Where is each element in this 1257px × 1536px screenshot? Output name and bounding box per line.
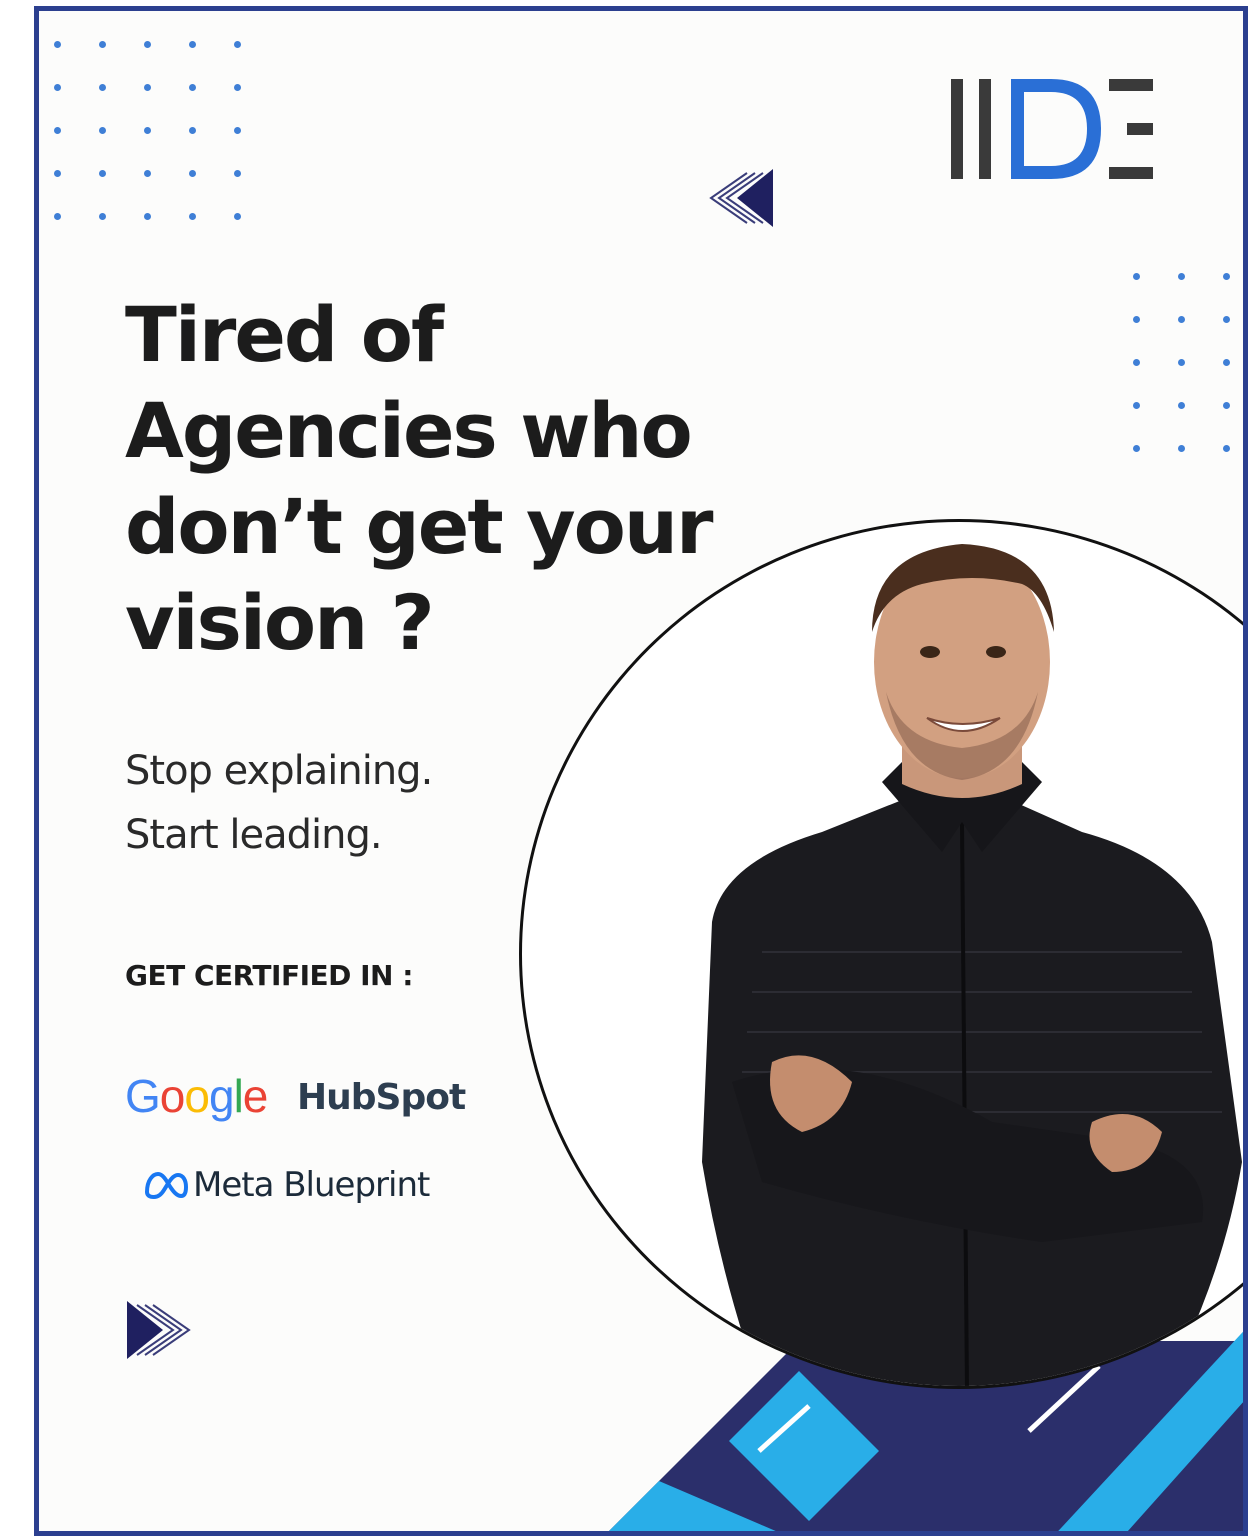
google-letter-6: e — [242, 1070, 269, 1122]
google-logo: Google — [125, 1069, 269, 1123]
hubspot-logo: HubSpot — [297, 1077, 466, 1118]
meta-blueprint-logo: Meta Blueprint — [143, 1165, 430, 1205]
certified-label: GET CERTIFIED IN : — [125, 959, 413, 992]
google-letter-1: G — [125, 1070, 161, 1122]
headline-line-1: Tired of — [125, 290, 444, 379]
poster-frame: Tired of Agencies who don’t get your vis… — [34, 6, 1248, 1536]
instructor-photo-circle — [519, 519, 1243, 1389]
double-arrow-right-icon — [127, 1301, 191, 1359]
meta-infinity-icon — [144, 1171, 189, 1200]
iide-logo — [951, 79, 1153, 179]
meta-blueprint-text: Meta Blueprint — [193, 1165, 430, 1205]
google-letter-3: o — [184, 1070, 210, 1122]
headline-line-2: Agencies who — [125, 386, 693, 475]
google-letter-4: g — [208, 1070, 235, 1122]
dot-pattern-right — [1133, 273, 1230, 452]
dot-pattern-top-left — [54, 41, 241, 220]
google-letter-2: o — [159, 1070, 186, 1122]
subline-line-1: Stop explaining. — [125, 748, 433, 794]
instructor-photo — [702, 544, 1242, 1386]
google-letter-5: l — [233, 1070, 244, 1122]
subline: Stop explaining. Start leading. — [125, 739, 433, 867]
subline-line-2: Start leading. — [125, 812, 383, 858]
double-arrow-left-icon — [709, 169, 773, 227]
